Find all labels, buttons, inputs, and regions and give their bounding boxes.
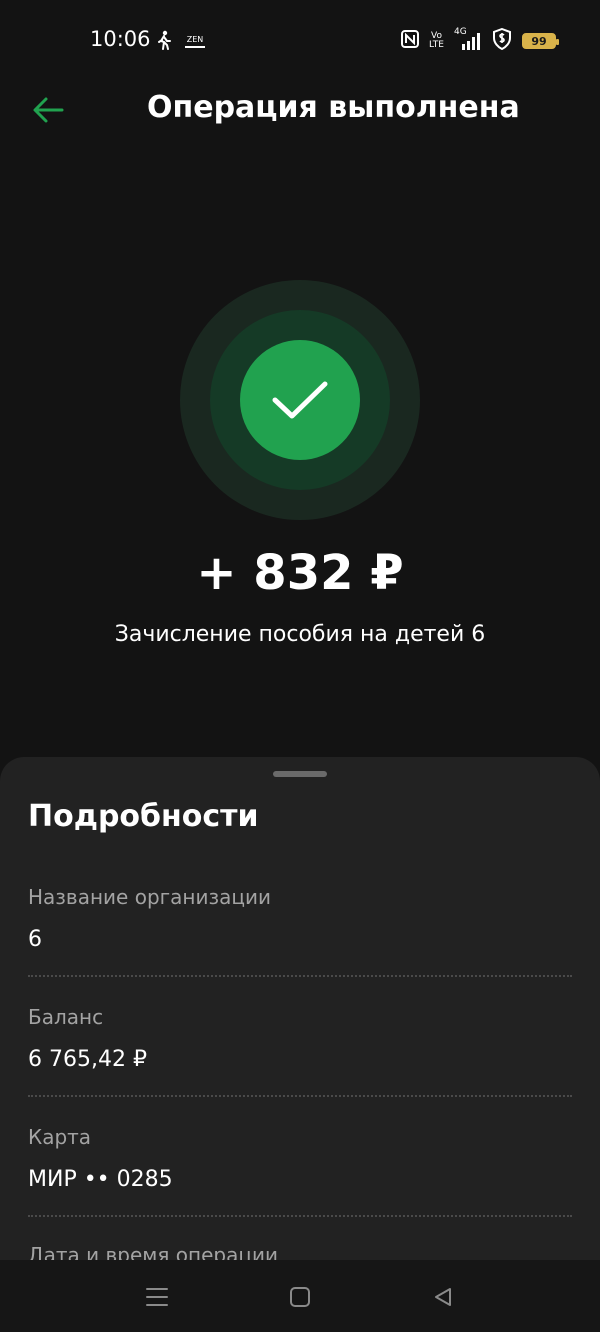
recent-apps-button[interactable] — [142, 1282, 172, 1312]
volte-bottom-label: LTE — [429, 40, 444, 50]
detail-label: Название организации — [28, 885, 271, 909]
detail-value: 6 — [28, 927, 42, 952]
volte-icon: Vo LTE — [429, 32, 444, 50]
walking-icon — [155, 30, 173, 54]
home-icon — [290, 1287, 310, 1307]
status-bar: 10:06 ZEN Vo LTE 4G 99 — [0, 0, 600, 80]
nfc-icon — [401, 30, 420, 52]
detail-value: 6 765,42 ₽ — [28, 1047, 147, 1072]
details-title: Подробности — [28, 799, 259, 834]
checkmark-icon — [272, 381, 328, 419]
zen-icon: ZEN — [185, 35, 205, 50]
transaction-description: Зачисление пособия на детей 6 — [114, 622, 486, 647]
detail-card: Карта МИР •• 0285 — [28, 1125, 572, 1217]
zen-label: ZEN — [186, 34, 204, 44]
detail-organization: Название организации 6 — [28, 885, 572, 977]
detail-balance: Баланс 6 765,42 ₽ — [28, 1005, 572, 1097]
page-title: Операция выполнена — [147, 90, 520, 125]
arrow-left-icon — [33, 97, 64, 123]
detail-divider — [28, 1095, 572, 1097]
detail-label: Баланс — [28, 1005, 104, 1029]
detail-label: Карта — [28, 1125, 92, 1149]
app-header: Операция выполнена — [0, 80, 600, 140]
status-time: 10:06 — [90, 27, 151, 51]
details-sheet[interactable]: Подробности Название организации 6 Балан… — [0, 757, 600, 1277]
detail-divider — [28, 975, 572, 977]
menu-icon — [146, 1288, 168, 1306]
shield-dollar-icon — [492, 27, 512, 54]
system-back-button[interactable] — [428, 1282, 458, 1312]
back-triangle-icon — [435, 1288, 451, 1306]
transaction-amount: + 832 ₽ — [196, 545, 404, 601]
signal-4g-icon: 4G — [454, 27, 482, 51]
back-button[interactable] — [28, 92, 68, 128]
success-ring-inner — [240, 340, 360, 460]
home-button[interactable] — [285, 1282, 315, 1312]
success-indicator — [180, 280, 420, 520]
system-nav-bar — [0, 1260, 600, 1332]
battery-level: 99 — [531, 34, 547, 48]
status-right-icons: Vo LTE 4G 99 — [401, 27, 559, 54]
sheet-drag-handle[interactable] — [273, 771, 327, 777]
status-left-icons: ZEN — [155, 30, 205, 54]
detail-divider — [28, 1215, 572, 1217]
network-label: 4G — [454, 27, 467, 37]
detail-value: МИР •• 0285 — [28, 1167, 173, 1192]
battery-icon: 99 — [522, 33, 559, 49]
